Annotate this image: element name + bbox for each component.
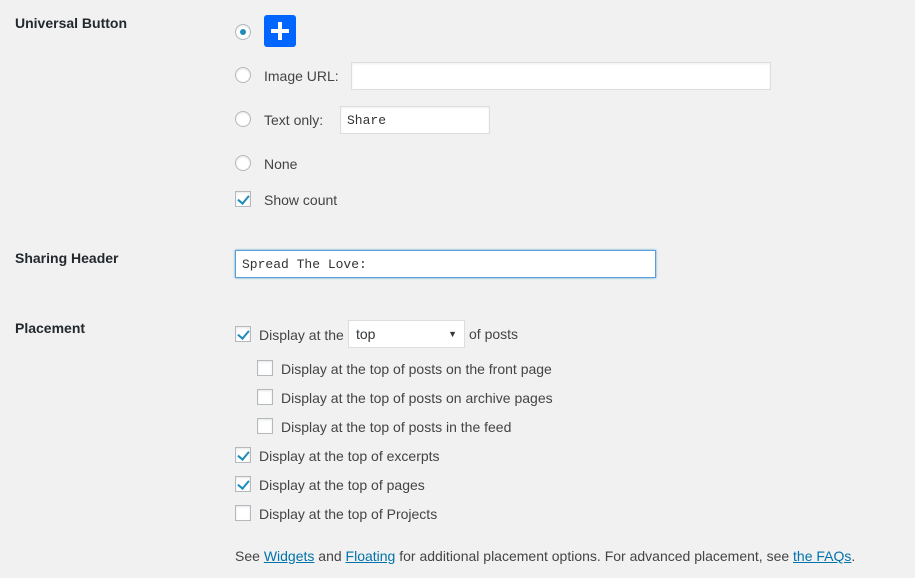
display-suffix: of posts <box>469 326 519 342</box>
option-checkbox-pages[interactable] <box>235 476 251 492</box>
none-label: None <box>264 156 298 172</box>
footer-text: See <box>235 548 260 564</box>
option-checkbox-excerpts[interactable] <box>235 447 251 463</box>
sharing-header-label: Sharing Header <box>15 250 119 266</box>
option-label: Display at the top of posts on archive p… <box>281 390 553 406</box>
text-only-label: Text only: <box>264 112 324 128</box>
footer-text: for additional placement options. For ad… <box>399 548 790 564</box>
radio-plus-button[interactable] <box>235 24 251 40</box>
radio-image-url[interactable] <box>235 67 251 83</box>
widgets-link[interactable]: Widgets <box>264 548 315 564</box>
image-url-label: Image URL: <box>264 68 339 84</box>
universal-button-label: Universal Button <box>15 15 128 31</box>
option-checkbox-feed[interactable] <box>257 418 273 434</box>
option-label: Display at the top of pages <box>259 477 425 493</box>
placement-footer: See Widgets and Floating for additional … <box>235 547 855 565</box>
position-value: top <box>356 326 376 342</box>
faqs-link[interactable]: the FAQs <box>793 548 851 564</box>
show-count-checkbox[interactable] <box>235 191 251 207</box>
footer-text: . <box>851 548 856 564</box>
placement-label: Placement <box>15 320 86 336</box>
chevron-down-icon: ▼ <box>448 329 457 339</box>
plus-icon <box>264 15 296 47</box>
floating-link[interactable]: Floating <box>346 548 396 564</box>
option-label: Display at the top of posts in the feed <box>281 419 512 435</box>
sharing-header-input[interactable]: Spread The Love: <box>235 250 656 278</box>
radio-text-only[interactable] <box>235 111 251 127</box>
option-checkbox-front-page[interactable] <box>257 360 273 376</box>
show-count-label: Show count <box>264 192 338 208</box>
footer-text: and <box>318 548 342 564</box>
display-prefix: Display at the <box>259 327 344 343</box>
option-checkbox-archive[interactable] <box>257 389 273 405</box>
text-only-input[interactable]: Share <box>340 106 490 134</box>
option-checkbox-projects[interactable] <box>235 505 251 521</box>
option-label: Display at the top of posts on the front… <box>281 361 552 377</box>
display-position-checkbox[interactable] <box>235 326 251 342</box>
option-label: Display at the top of excerpts <box>259 448 440 464</box>
image-url-input[interactable] <box>351 62 771 90</box>
option-label: Display at the top of Projects <box>259 506 438 522</box>
position-select[interactable]: top ▼ <box>348 320 465 348</box>
radio-none[interactable] <box>235 155 251 171</box>
